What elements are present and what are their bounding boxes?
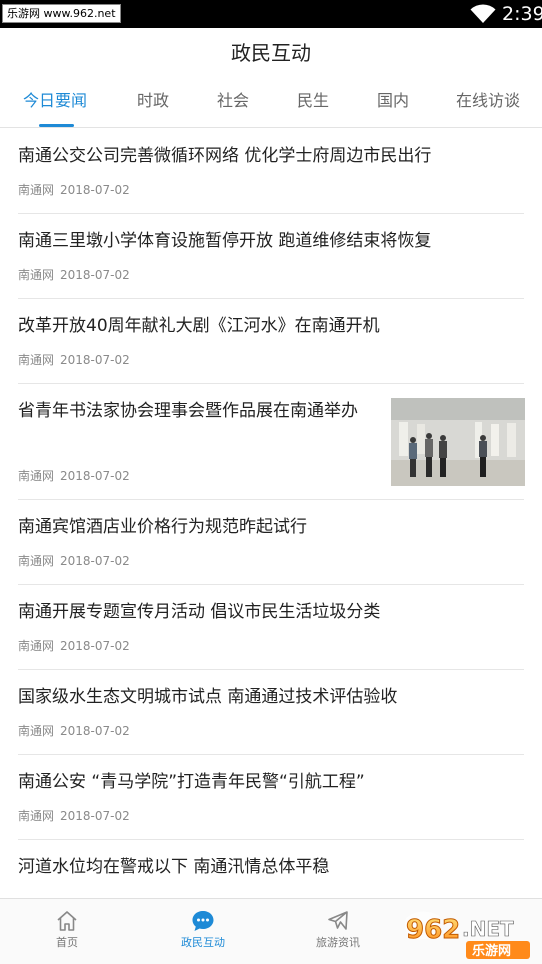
news-title: 南通宾馆酒店业价格行为规范昨起试行 bbox=[18, 517, 307, 537]
news-date: 2018-07-02 bbox=[60, 639, 130, 653]
chat-bubble-icon bbox=[192, 911, 214, 931]
news-source: 南通网 bbox=[18, 639, 55, 653]
news-date: 2018-07-02 bbox=[60, 268, 130, 282]
nav-travel[interactable]: 旅游资讯 bbox=[288, 899, 388, 964]
news-source: 南通网 bbox=[18, 183, 55, 197]
news-title: 南通三里墩小学体育设施暂停开放 跑道维修结束将恢复 bbox=[18, 231, 432, 251]
news-meta: 南通网 2018-07-02 bbox=[18, 723, 130, 739]
tab-politics[interactable]: 时政 bbox=[137, 76, 169, 128]
news-source: 南通网 bbox=[18, 469, 55, 483]
divider bbox=[18, 754, 524, 755]
badge-brand: 962 bbox=[406, 915, 460, 945]
divider bbox=[18, 669, 524, 670]
divider bbox=[18, 584, 524, 585]
news-source: 南通网 bbox=[18, 554, 55, 568]
exhibition-photo-image bbox=[391, 398, 525, 486]
nav-travel-label: 旅游资讯 bbox=[316, 936, 360, 949]
divider bbox=[18, 839, 524, 840]
nav-interaction[interactable]: 政民互动 bbox=[153, 899, 253, 964]
news-title: 河道水位均在警戒以下 南通汛情总体平稳 bbox=[18, 857, 330, 877]
news-date: 2018-07-02 bbox=[60, 724, 130, 738]
news-title: 省青年书法家协会理事会暨作品展在南通举办 bbox=[18, 401, 358, 421]
nav-interaction-label: 政民互动 bbox=[181, 936, 225, 949]
news-meta: 南通网 2018-07-02 bbox=[18, 267, 130, 283]
962-watermark-logo: 962 .NET 乐游网 bbox=[405, 911, 530, 959]
status-clock: 2:39 bbox=[502, 3, 542, 25]
status-bar: 乐游网 www.962.net 2:39 bbox=[0, 0, 542, 28]
news-meta: 南通网 2018-07-02 bbox=[18, 638, 130, 654]
divider bbox=[18, 213, 524, 214]
news-thumbnail[interactable] bbox=[391, 398, 525, 486]
app-header: 政民互动 bbox=[0, 28, 542, 76]
news-meta: 南通网 2018-07-02 bbox=[18, 352, 130, 368]
wifi-icon bbox=[470, 4, 496, 23]
tab-domestic[interactable]: 国内 bbox=[377, 76, 409, 128]
tab-livelihood[interactable]: 民生 bbox=[297, 76, 329, 128]
news-title: 国家级水生态文明城市试点 南通通过技术评估验收 bbox=[18, 687, 398, 707]
active-tab-indicator bbox=[39, 124, 74, 127]
news-source: 南通网 bbox=[18, 353, 55, 367]
news-meta: 南通网 2018-07-02 bbox=[18, 808, 130, 824]
news-list: 南通公交公司完善微循环网络 优化学士府周边市民出行 南通网 2018-07-02 … bbox=[0, 128, 542, 898]
news-meta: 南通网 2018-07-02 bbox=[18, 468, 130, 484]
news-source: 南通网 bbox=[18, 268, 55, 282]
news-title: 南通公安 “青马学院”打造青年民警“引航工程” bbox=[18, 772, 365, 792]
news-date: 2018-07-02 bbox=[60, 353, 130, 367]
news-date: 2018-07-02 bbox=[60, 469, 130, 483]
news-title: 改革开放40周年献礼大剧《江河水》在南通开机 bbox=[18, 316, 380, 336]
tab-online-interview[interactable]: 在线访谈 bbox=[456, 76, 520, 128]
news-source: 南通网 bbox=[18, 724, 55, 738]
news-date: 2018-07-02 bbox=[60, 554, 130, 568]
news-title: 南通开展专题宣传月活动 倡议市民生活垃圾分类 bbox=[18, 602, 381, 622]
nav-home-label: 首页 bbox=[56, 936, 78, 949]
airplane-icon bbox=[328, 911, 348, 930]
watermark-label: 乐游网 www.962.net bbox=[2, 4, 121, 23]
nav-home[interactable]: 首页 bbox=[17, 899, 117, 964]
divider bbox=[18, 298, 524, 299]
news-source: 南通网 bbox=[18, 809, 55, 823]
tab-society[interactable]: 社会 bbox=[217, 76, 249, 128]
page-title: 政民互动 bbox=[231, 41, 311, 65]
badge-suffix: .NET bbox=[462, 917, 514, 941]
news-meta: 南通网 2018-07-02 bbox=[18, 182, 130, 198]
home-icon bbox=[57, 911, 77, 931]
news-title: 南通公交公司完善微循环网络 优化学士府周边市民出行 bbox=[18, 146, 432, 166]
divider bbox=[18, 383, 524, 384]
divider bbox=[18, 499, 524, 500]
news-meta: 南通网 2018-07-02 bbox=[18, 553, 130, 569]
tab-today-news[interactable]: 今日要闻 bbox=[23, 76, 87, 128]
news-date: 2018-07-02 bbox=[60, 183, 130, 197]
news-date: 2018-07-02 bbox=[60, 809, 130, 823]
badge-caption: 乐游网 bbox=[472, 943, 511, 959]
category-tabs: 今日要闻 时政 社会 民生 国内 在线访谈 bbox=[0, 76, 542, 128]
